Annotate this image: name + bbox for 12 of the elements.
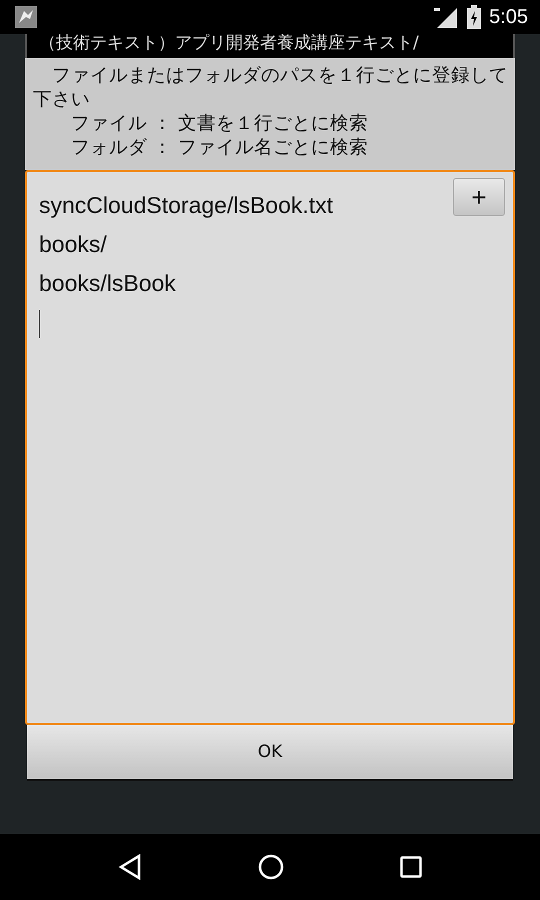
ok-button[interactable]: OK xyxy=(27,725,513,781)
home-icon[interactable] xyxy=(258,854,284,880)
battery-icon xyxy=(467,5,482,29)
dialog-message: ファイルまたはフォルダのパスを１行ごとに登録して下さい xyxy=(33,64,509,112)
back-icon[interactable] xyxy=(118,854,142,880)
app-notification-icon xyxy=(14,5,38,29)
signal-icon xyxy=(433,6,460,28)
recents-icon[interactable] xyxy=(400,856,422,878)
dialog-message: ファイル ： 文書を１行ごとに検索 xyxy=(70,112,369,136)
status-time: 5:05 xyxy=(489,6,528,28)
add-button[interactable]: + xyxy=(453,178,505,216)
dialog-message: フォルダ ： ファイル名ごとに検索 xyxy=(70,136,369,160)
